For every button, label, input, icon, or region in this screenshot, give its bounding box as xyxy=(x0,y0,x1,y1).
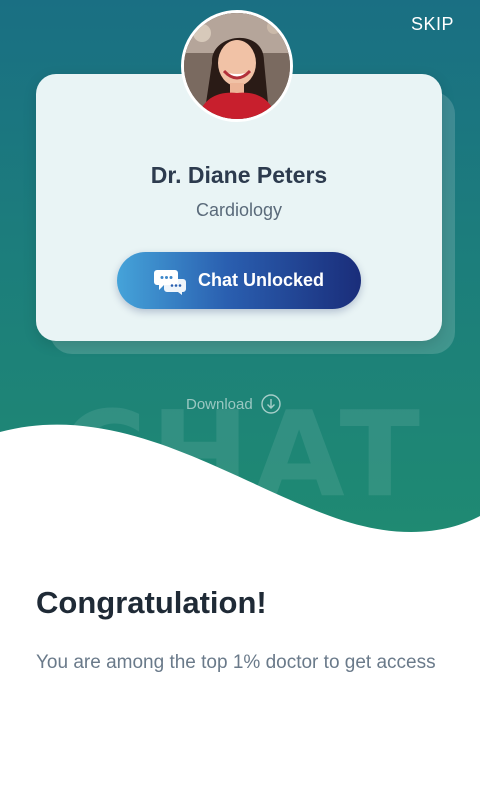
chat-bubbles-icon xyxy=(153,267,188,295)
download-link[interactable]: Download xyxy=(186,394,281,414)
skip-button[interactable]: SKIP xyxy=(411,14,454,35)
congrats-message: You are among the top 1% doctor to get a… xyxy=(36,652,436,673)
doctor-avatar xyxy=(181,10,293,122)
download-circle-icon xyxy=(261,394,281,414)
doctor-name: Dr. Diane Peters xyxy=(150,162,328,188)
download-label: Download xyxy=(186,395,253,413)
unlock-screen: CHAT SKIP Dr. Diane Peters Cardiology Ch… xyxy=(0,0,480,800)
chat-unlocked-button[interactable]: Chat Unlocked xyxy=(117,252,361,309)
congrats-title: Congratulation! xyxy=(36,585,267,620)
wave-divider xyxy=(0,424,480,550)
chat-button-label: Chat Unlocked xyxy=(197,270,325,290)
doctor-specialty: Cardiology xyxy=(195,200,283,220)
